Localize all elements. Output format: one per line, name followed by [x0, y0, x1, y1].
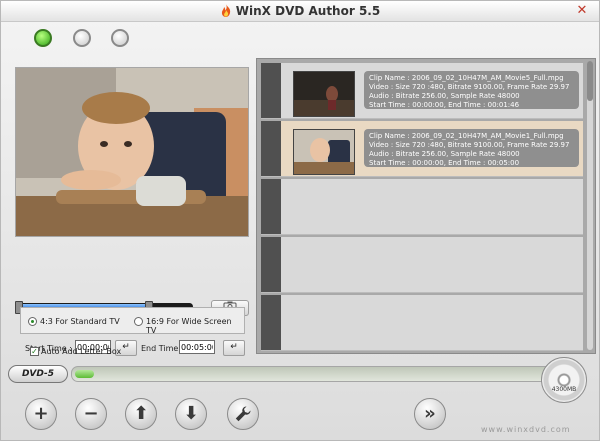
- clip-info: Clip Name : 2006_09_02_10H47M_AM_Movie5_…: [364, 71, 579, 109]
- window-title: WinX DVD Author 5.5: [235, 4, 381, 18]
- clip-thumbnail: [293, 129, 355, 175]
- scrollbar-thumb[interactable]: [587, 61, 593, 101]
- clip-info: Clip Name : 2006_09_02_10H47M_AM_Movie1_…: [364, 129, 579, 167]
- status-light-idle: [111, 29, 129, 47]
- clip-row[interactable]: Clip Name : 2006_09_02_10H47M_AM_Movie5_…: [261, 63, 583, 119]
- clip-time-info: Start Time : 00:00:00, End Time : 00:05:…: [369, 159, 520, 167]
- clip-time-info: Start Time : 00:00:00, End Time : 00:01:…: [369, 101, 520, 109]
- move-down-button[interactable]: ⬇: [175, 398, 207, 430]
- end-time-label: End Time :: [141, 344, 184, 353]
- clip-row-empty[interactable]: [261, 237, 583, 293]
- clip-row-tab: [261, 295, 281, 350]
- clip-name: Clip Name : 2006_09_02_10H47M_AM_Movie5_…: [369, 74, 564, 82]
- flame-icon: [221, 4, 230, 17]
- next-step-button[interactable]: »: [414, 398, 446, 430]
- clip-row-selected[interactable]: Clip Name : 2006_09_02_10H47M_AM_Movie1_…: [261, 121, 583, 177]
- disc-format-button[interactable]: DVD-5: [8, 365, 68, 383]
- clip-audio-info: Audio : Bitrate 256.00, Sample Rate 4800…: [369, 150, 520, 158]
- disc-capacity-label: 4300MB: [551, 386, 577, 393]
- disc-capacity-fill: [75, 370, 95, 378]
- clip-row-tab: [261, 179, 281, 234]
- aspect-ratio-group: 4:3 For Standard TV 16:9 For Wide Screen…: [20, 307, 245, 335]
- clip-name: Clip Name : 2006_09_02_10H47M_AM_Movie1_…: [369, 132, 564, 140]
- aspect-169-label: 16:9 For Wide Screen TV: [146, 317, 232, 335]
- clip-list[interactable]: Clip Name : 2006_09_02_10H47M_AM_Movie5_…: [256, 58, 596, 354]
- clip-row-tab: [261, 121, 281, 176]
- wrench-icon: [235, 406, 251, 422]
- letterbox-checkbox[interactable]: ✓: [30, 347, 39, 356]
- remove-clip-button[interactable]: −: [75, 398, 107, 430]
- clip-video-info: Video : Size 720 :480, Bitrate 9100.00, …: [369, 83, 570, 91]
- add-clip-button[interactable]: +: [25, 398, 57, 430]
- clip-thumbnail: [293, 71, 355, 117]
- clip-audio-info: Audio : Bitrate 256.00, Sample Rate 4800…: [369, 92, 520, 100]
- status-light-active: [34, 29, 52, 47]
- clip-row-empty[interactable]: [261, 179, 583, 235]
- status-light-idle: [73, 29, 91, 47]
- video-preview: [15, 67, 249, 237]
- aspect-169-radio[interactable]: [134, 317, 143, 326]
- app-window: WinX DVD Author 5.5 ✕ Start Time: 00:00…: [0, 0, 600, 441]
- end-time-input[interactable]: [179, 340, 215, 354]
- window-title-wrap: WinX DVD Author 5.5: [1, 4, 599, 18]
- aspect-43-label: 4:3 For Standard TV: [40, 317, 120, 326]
- clip-row-empty[interactable]: [261, 295, 583, 351]
- letterbox-label: Auto Add Letter Box: [41, 347, 122, 356]
- move-up-button[interactable]: ⬆: [125, 398, 157, 430]
- disc-icon: 4300MB: [541, 357, 587, 403]
- disc-capacity-bar: [71, 366, 553, 382]
- clip-row-tab: [261, 63, 281, 118]
- title-bar: WinX DVD Author 5.5 ✕: [1, 1, 599, 22]
- watermark: www.winxdvd.com: [481, 425, 571, 434]
- clip-video-info: Video : Size 720 :480, Bitrate 9100.00, …: [369, 141, 570, 149]
- end-time-enter-button[interactable]: ↵: [223, 340, 245, 356]
- clip-list-scrollbar[interactable]: [587, 61, 593, 350]
- video-frame-image: [16, 68, 248, 236]
- clip-row-tab: [261, 237, 281, 292]
- close-button[interactable]: ✕: [571, 3, 593, 19]
- settings-button[interactable]: [227, 398, 259, 430]
- aspect-43-radio[interactable]: [28, 317, 37, 326]
